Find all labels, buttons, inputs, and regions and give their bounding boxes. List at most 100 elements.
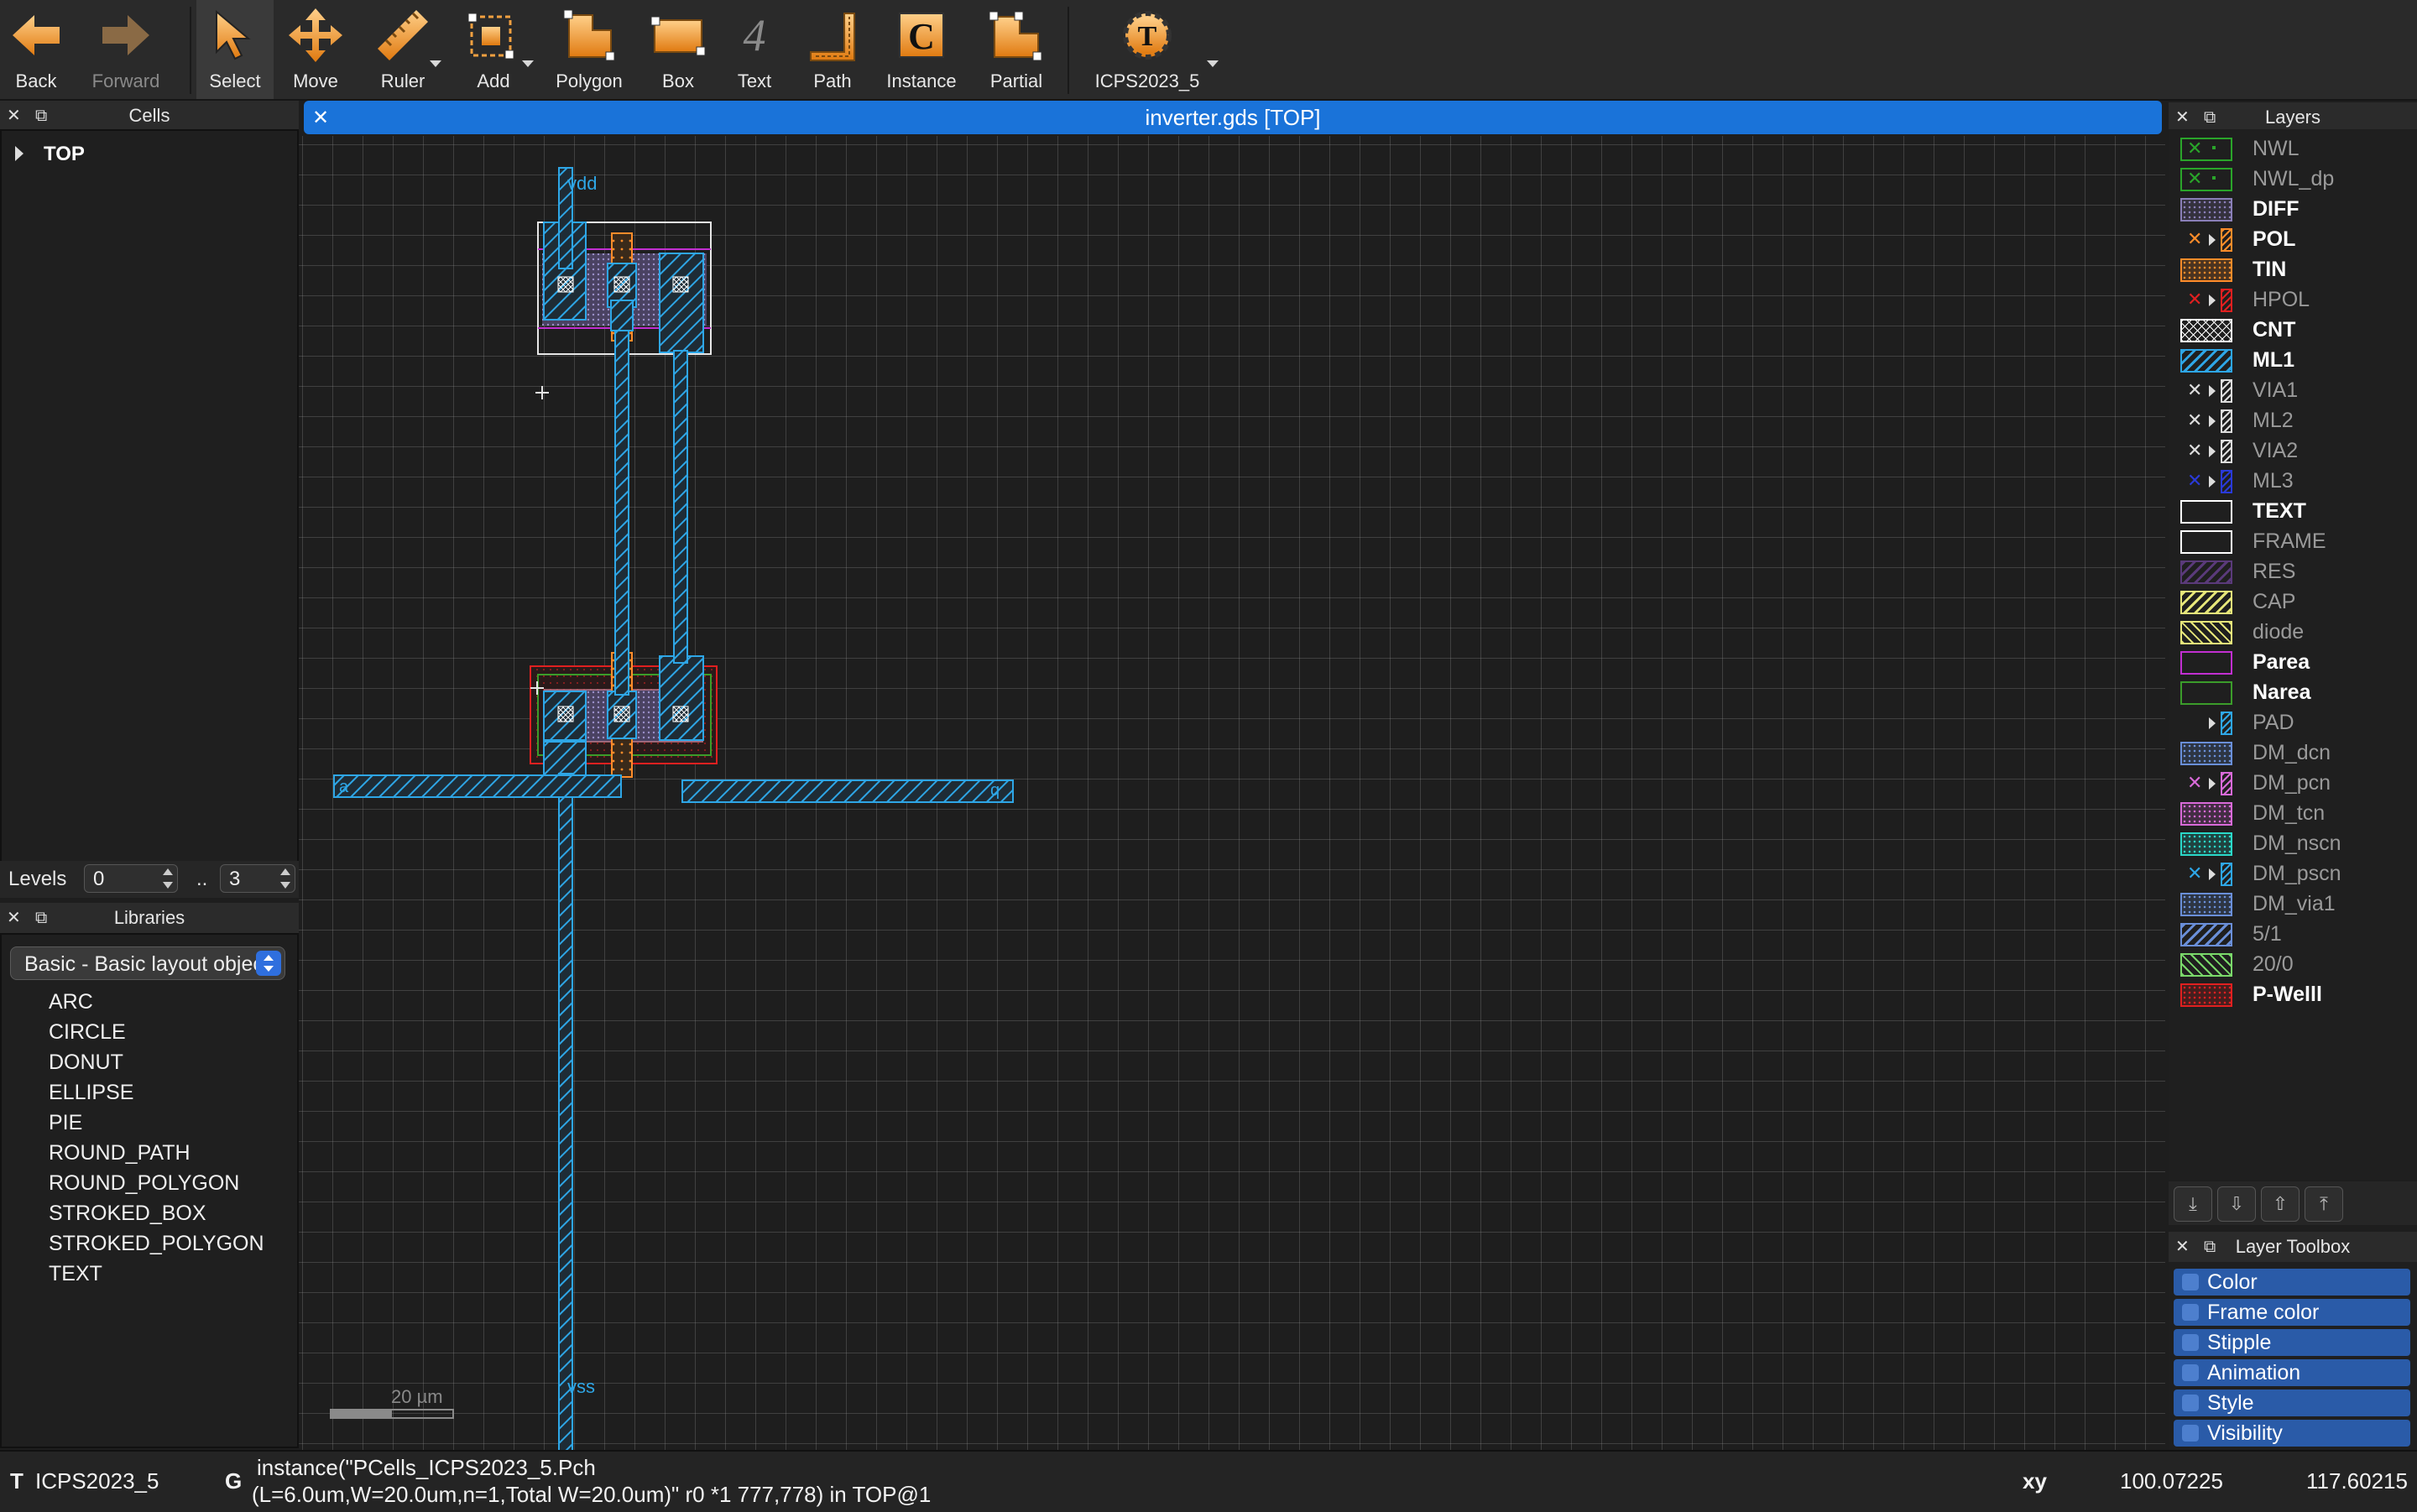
layer-row[interactable]: ✕ ML3 <box>2175 467 2417 495</box>
library-item[interactable]: PIE <box>49 1111 82 1135</box>
layer-swatch[interactable] <box>2180 832 2232 856</box>
layer-row[interactable]: ML1 <box>2175 346 2417 374</box>
levels-max-spinbox[interactable]: 3 <box>220 864 295 893</box>
library-item[interactable]: TEXT <box>49 1262 102 1286</box>
layer-hidden-x-icon[interactable]: ✕ <box>2187 409 2202 431</box>
layer-row[interactable]: DM_dcn <box>2175 738 2417 767</box>
layer-row[interactable]: Narea <box>2175 678 2417 706</box>
vss-label[interactable]: vss <box>567 1376 595 1397</box>
layer-hidden-x-icon[interactable]: ✕ <box>2187 228 2202 250</box>
gate-connection-wire[interactable] <box>614 325 629 696</box>
layer-hidden-x-icon[interactable]: ✕ <box>2187 470 2202 492</box>
drain-connection-wire[interactable] <box>673 350 688 664</box>
layer-row[interactable]: ✕ VIA1 <box>2175 376 2417 404</box>
layer-row[interactable]: CNT <box>2175 315 2417 344</box>
layer-swatch[interactable] <box>2180 621 2232 644</box>
input-a-label[interactable]: a <box>339 778 349 796</box>
cells-close-icon[interactable]: ✕ <box>7 106 21 126</box>
vss-rail[interactable] <box>558 773 573 1450</box>
layer-swatch[interactable] <box>2180 893 2232 916</box>
layer-row[interactable]: 5/1 <box>2175 920 2417 948</box>
layer-row[interactable]: ✕ DM_pscn <box>2175 859 2417 888</box>
output-q-wire[interactable] <box>681 779 1014 803</box>
library-item[interactable]: STROKED_POLYGON <box>49 1232 264 1256</box>
layer-swatch[interactable] <box>2180 742 2232 765</box>
cell-tree[interactable]: TOP <box>0 129 299 863</box>
toolbox-item-color[interactable]: Color <box>2174 1269 2410 1296</box>
libraries-close-icon[interactable]: ✕ <box>7 908 21 928</box>
library-item[interactable]: ROUND_PATH <box>49 1141 191 1165</box>
down-icon[interactable]: ⇩ <box>2217 1186 2256 1222</box>
layer-expand-icon[interactable] <box>2209 415 2216 427</box>
spin-arrows-icon[interactable] <box>278 867 293 890</box>
layer-hidden-x-icon[interactable]: ✕ <box>2187 863 2202 884</box>
layer-expand-icon[interactable] <box>2209 868 2216 880</box>
layer-row[interactable]: DIFF <box>2175 195 2417 223</box>
input-a-wire[interactable] <box>333 774 622 798</box>
layer-row[interactable]: P-Welll <box>2175 980 2417 1009</box>
layer-row[interactable]: ✕ POL <box>2175 225 2417 253</box>
layer-row[interactable]: ✕ NWL_dp <box>2175 164 2417 193</box>
layer-swatch[interactable] <box>2180 500 2232 524</box>
layer-expand-icon[interactable] <box>2209 295 2216 306</box>
layer-row[interactable]: ✕ VIA2 <box>2175 436 2417 465</box>
add-tool-button[interactable]: Add <box>460 0 527 99</box>
box-tool-button[interactable]: Box <box>645 0 712 99</box>
library-item[interactable]: ROUND_POLYGON <box>49 1171 239 1196</box>
layer-swatch[interactable] <box>2180 349 2232 373</box>
up-to-top-icon[interactable]: ⤒ <box>2305 1186 2343 1222</box>
select-tool-button[interactable]: Select <box>196 0 274 99</box>
layer-swatch[interactable] <box>2180 319 2232 342</box>
layers-close-icon[interactable]: ✕ <box>2175 107 2190 128</box>
toolbox-item-stipple[interactable]: Stipple <box>2174 1329 2410 1356</box>
layer-row[interactable]: ✕ ML2 <box>2175 406 2417 435</box>
layer-row[interactable]: DM_tcn <box>2175 799 2417 827</box>
toolbox-close-icon[interactable]: ✕ <box>2175 1237 2190 1257</box>
layer-row[interactable]: TIN <box>2175 255 2417 284</box>
layer-row[interactable]: PAD <box>2175 708 2417 737</box>
layer-expand-icon[interactable] <box>2209 446 2216 457</box>
output-q-label[interactable]: q <box>990 781 1000 800</box>
layer-hidden-x-icon[interactable]: ✕ <box>2187 772 2202 794</box>
layer-swatch[interactable] <box>2180 983 2232 1007</box>
cells-float-icon[interactable]: ⧉ <box>35 106 47 126</box>
instance-tool-button[interactable]: C Instance <box>880 0 963 99</box>
library-item[interactable]: STROKED_BOX <box>49 1202 206 1226</box>
toolbox-item-frame-color[interactable]: Frame color <box>2174 1299 2410 1326</box>
text-tool-button[interactable]: 4 Text <box>727 0 782 99</box>
layer-expand-icon[interactable] <box>2209 778 2216 790</box>
library-item[interactable]: ELLIPSE <box>49 1081 133 1105</box>
ruler-dropdown-icon[interactable] <box>430 60 441 67</box>
toolbox-item-visibility[interactable]: Visibility <box>2174 1420 2410 1447</box>
levels-min-spinbox[interactable]: 0 <box>84 864 178 893</box>
library-item[interactable]: ARC <box>49 990 93 1014</box>
layer-row[interactable]: CAP <box>2175 587 2417 616</box>
layer-row[interactable]: Parea <box>2175 648 2417 676</box>
layout-canvas[interactable]: vdd vss a q 20 µm <box>299 136 2165 1450</box>
polygon-tool-button[interactable]: Polygon <box>549 0 629 99</box>
up-icon[interactable]: ⇧ <box>2261 1186 2300 1222</box>
library-item[interactable]: DONUT <box>49 1051 123 1075</box>
spin-arrows-icon[interactable] <box>160 867 175 890</box>
add-dropdown-icon[interactable] <box>522 60 534 67</box>
layer-hidden-x-icon[interactable]: ✕ <box>2187 289 2202 310</box>
libraries-float-icon[interactable]: ⧉ <box>35 908 47 928</box>
library-select[interactable]: Basic - Basic layout objects <box>10 946 285 980</box>
layer-swatch[interactable] <box>2180 681 2232 705</box>
toolbox-float-icon[interactable]: ⧉ <box>2204 1237 2216 1257</box>
layer-swatch[interactable] <box>2180 651 2232 675</box>
layer-row[interactable]: diode <box>2175 618 2417 646</box>
layer-row[interactable]: ✕ HPOL <box>2175 285 2417 314</box>
layer-row[interactable]: FRAME <box>2175 527 2417 555</box>
layout-drawing[interactable]: vdd vss a q 20 µm <box>299 136 2165 1450</box>
layer-swatch[interactable] <box>2180 530 2232 554</box>
vdd-label[interactable]: vdd <box>567 173 597 194</box>
move-tool-button[interactable]: Move <box>282 0 349 99</box>
down-to-bottom-icon[interactable]: ⤓ <box>2174 1186 2212 1222</box>
technology-dropdown-icon[interactable] <box>1207 60 1219 67</box>
layer-row[interactable]: RES <box>2175 557 2417 586</box>
layer-swatch[interactable] <box>2180 802 2232 826</box>
layer-swatch[interactable] <box>2180 953 2232 977</box>
layer-swatch[interactable] <box>2180 560 2232 584</box>
path-tool-button[interactable]: Path <box>801 0 864 99</box>
